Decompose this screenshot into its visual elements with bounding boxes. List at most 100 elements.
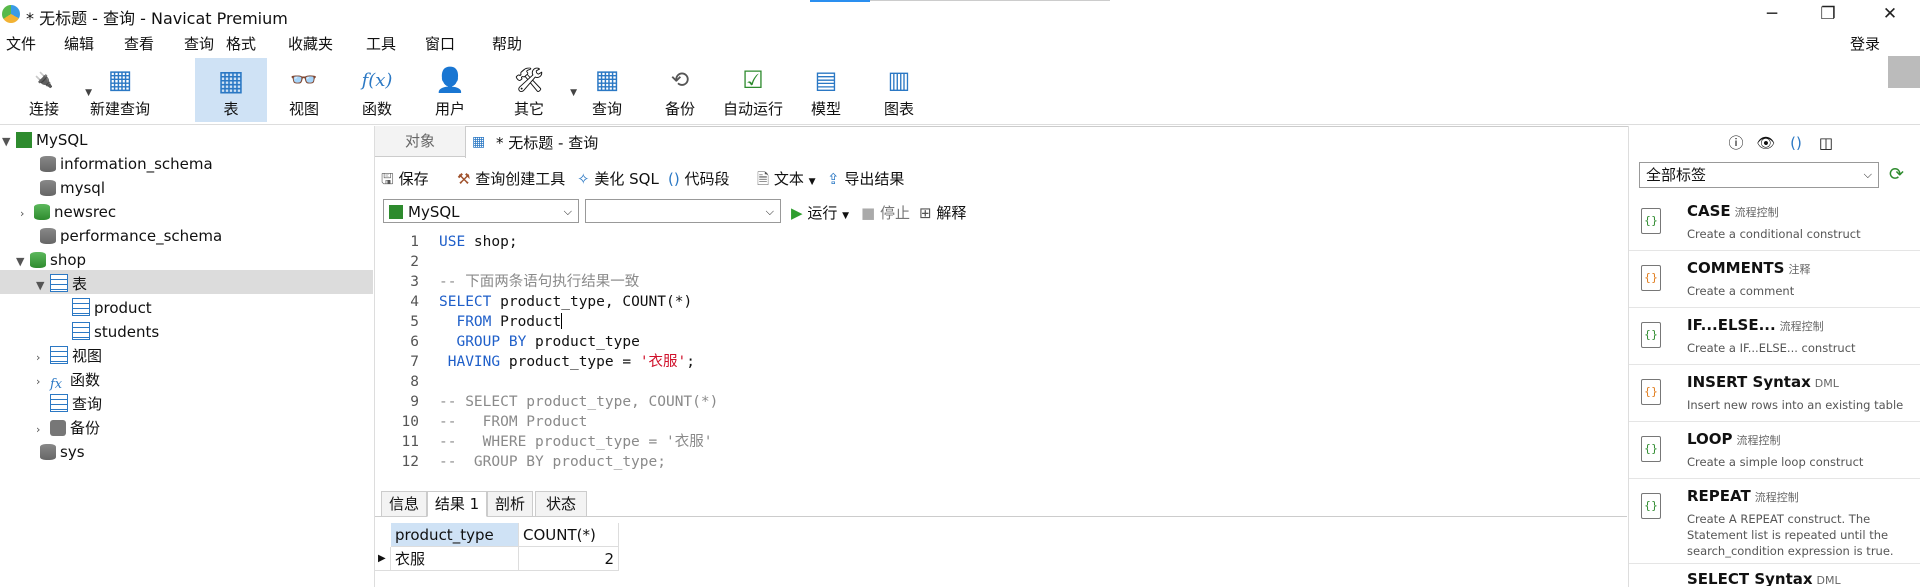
- automation-button[interactable]: ☑ 自动运行: [717, 58, 789, 122]
- snippet-item[interactable]: {} INSERT Syntax DML Insert new rows into…: [1629, 365, 1920, 422]
- chevron-down-icon[interactable]: ▼: [16, 250, 30, 274]
- chevron-down-icon[interactable]: ▼: [36, 274, 50, 298]
- chevron-right-icon[interactable]: ›: [36, 370, 50, 394]
- code-snippet-button[interactable]: () 代码段: [668, 168, 730, 189]
- function-icon: fx: [50, 377, 63, 392]
- menu-window[interactable]: 窗口: [425, 33, 455, 54]
- save-button[interactable]: 🖫 保存: [381, 168, 429, 194]
- tree-connection-mysql[interactable]: ▼ MySQL: [2, 128, 88, 152]
- query-button[interactable]: ▦ 查询: [571, 58, 643, 122]
- backup-button[interactable]: ⟲ 备份: [644, 58, 716, 122]
- chart-button[interactable]: ▥ 图表: [863, 58, 935, 122]
- snippet-panel: ⓘ 👁() ◫ 全部标签 ⌵ ⟳ {} CASE 流程控制 Create a cond…: [1628, 126, 1920, 587]
- connection-select[interactable]: MySQL ⌵: [383, 199, 579, 223]
- refresh-icon[interactable]: ⟳: [1889, 164, 1904, 185]
- column-header[interactable]: product_type: [391, 523, 519, 547]
- function-icon: f(x): [361, 69, 393, 91]
- eye-icon[interactable]: 👁: [1751, 134, 1781, 152]
- tree-shop-backups[interactable]: › 备份: [36, 416, 100, 440]
- login-link[interactable]: 登录: [1850, 33, 1880, 54]
- chart-icon: ▥: [887, 66, 911, 94]
- snippet-item[interactable]: {} LOOP 流程控制 Create a simple loop constru…: [1629, 422, 1920, 479]
- snippet-item[interactable]: {} CASE 流程控制 Create a conditional constru…: [1629, 194, 1920, 251]
- connect-button[interactable]: 🔌 连接 ▼: [8, 58, 92, 122]
- table-cell[interactable]: 衣服: [391, 547, 519, 571]
- maximize-button[interactable]: ❐: [1800, 0, 1856, 29]
- tab-profile[interactable]: 剖析: [487, 491, 533, 517]
- beautify-sql-button[interactable]: ✧ 美化 SQL: [577, 168, 659, 189]
- menu-favorites[interactable]: 收藏夹: [288, 33, 333, 54]
- tree-db-shop[interactable]: ▼ shop: [16, 248, 86, 272]
- model-button[interactable]: ▤ 模型: [790, 58, 862, 122]
- menu-view[interactable]: 查看: [124, 33, 154, 54]
- menu-format[interactable]: 格式: [226, 33, 256, 54]
- view-button[interactable]: 👓 视图: [268, 58, 340, 122]
- tree-db-information-schema[interactable]: information_schema: [26, 152, 213, 176]
- menu-edit[interactable]: 编辑: [64, 33, 94, 54]
- text-button[interactable]: 🗎 文本 ▼: [757, 168, 816, 194]
- tree-db-newsrec[interactable]: › newsrec: [20, 200, 116, 224]
- menu-tools[interactable]: 工具: [366, 33, 396, 54]
- chevron-right-icon[interactable]: ›: [36, 346, 50, 370]
- new-query-icon: ▦: [107, 65, 133, 95]
- layout-icon[interactable]: ◫: [1811, 134, 1841, 152]
- tree-shop-tables[interactable]: ▼ 表: [36, 272, 87, 296]
- explain-button[interactable]: ⊞ 解释: [919, 202, 966, 223]
- editor-line: 9 -- SELECT product_type, COUNT(*): [410, 394, 719, 410]
- play-icon: ▶: [791, 204, 803, 222]
- braces-icon: (): [668, 170, 680, 188]
- menu-help[interactable]: 帮助: [492, 33, 522, 54]
- tab-query[interactable]: ▦ * 无标题 - 查询: [465, 126, 1629, 158]
- database-select[interactable]: ⌵: [585, 199, 781, 223]
- snippet-item[interactable]: {} REPEAT 流程控制 Create A REPEAT construct.…: [1629, 479, 1920, 564]
- sql-editor[interactable]: 1 USE shop; 2 3 -- 下面两条语句执行结果一致 4 SELECT pr…: [375, 232, 1627, 484]
- minimize-button[interactable]: ─: [1744, 0, 1800, 29]
- chevron-right-icon[interactable]: ›: [20, 202, 34, 226]
- chevron-down-icon[interactable]: ▼: [2, 130, 16, 154]
- tree-db-mysql[interactable]: mysql: [26, 176, 105, 200]
- column-header[interactable]: COUNT(*): [519, 523, 619, 547]
- user-button[interactable]: 👤 用户: [414, 58, 486, 122]
- database-icon: [40, 228, 56, 244]
- stop-button[interactable]: ■ 停止: [861, 202, 910, 223]
- new-query-button[interactable]: ▦ 新建查询: [84, 58, 156, 122]
- export-icon: ⇪: [827, 170, 840, 188]
- tree-db-sys[interactable]: sys: [26, 440, 85, 464]
- menu-query[interactable]: 查询: [184, 33, 214, 54]
- function-button[interactable]: f(x) 函数: [341, 58, 413, 122]
- menu-file[interactable]: 文件: [6, 33, 36, 54]
- editor-line: 11 -- WHERE product_type = '衣服': [401, 434, 713, 450]
- braces-icon[interactable]: (): [1781, 134, 1811, 152]
- table-icon: [50, 274, 68, 292]
- tab-status[interactable]: 状态: [535, 491, 587, 517]
- document-icon: 🗎: [757, 170, 770, 188]
- tab-info[interactable]: 信息: [381, 491, 427, 517]
- tab-result-1[interactable]: 结果 1: [427, 491, 487, 517]
- tree-table-students[interactable]: students: [72, 320, 159, 344]
- tree-shop-functions[interactable]: › fx 函数: [36, 368, 100, 392]
- table-cell[interactable]: 2: [519, 547, 619, 571]
- query-builder-button[interactable]: ⚒ 查询创建工具: [457, 168, 565, 189]
- close-button[interactable]: ✕: [1862, 0, 1918, 29]
- tree-table-product[interactable]: product: [72, 296, 152, 320]
- snippet-item[interactable]: SELECT Syntax DML: [1629, 564, 1920, 586]
- tag-select[interactable]: 全部标签 ⌵: [1639, 162, 1879, 188]
- snippet-item[interactable]: {} COMMENTS 注释 Create a comment: [1629, 251, 1920, 308]
- tree-shop-views[interactable]: › 视图: [36, 344, 102, 368]
- run-button[interactable]: ▶ 运行 ▼: [791, 202, 849, 223]
- snippet-item[interactable]: {} IF...ELSE... 流程控制 Create a IF...ELSE..…: [1629, 308, 1920, 365]
- other-button[interactable]: 🛠 其它 ▼: [493, 58, 577, 122]
- snippet-icon: {}: [1641, 379, 1661, 405]
- database-bar: MySQL ⌵ ⌵ ▶ 运行 ▼ ■ 停止 ⊞ 解释: [375, 197, 1627, 227]
- export-result-button[interactable]: ⇪ 导出结果: [827, 168, 904, 189]
- snippet-icon: {}: [1641, 208, 1661, 234]
- query-icon: ▦: [472, 134, 486, 150]
- info-icon[interactable]: ⓘ: [1721, 132, 1751, 153]
- chevron-right-icon[interactable]: ›: [36, 418, 50, 442]
- tree-shop-queries[interactable]: 查询: [50, 392, 102, 416]
- save-icon: 🖫: [381, 170, 394, 188]
- tree-db-performance-schema[interactable]: performance_schema: [26, 224, 222, 248]
- tools-icon: 🛠: [513, 66, 545, 94]
- table-button[interactable]: ▦ 表: [195, 58, 267, 122]
- tab-objects[interactable]: 对象: [375, 126, 465, 156]
